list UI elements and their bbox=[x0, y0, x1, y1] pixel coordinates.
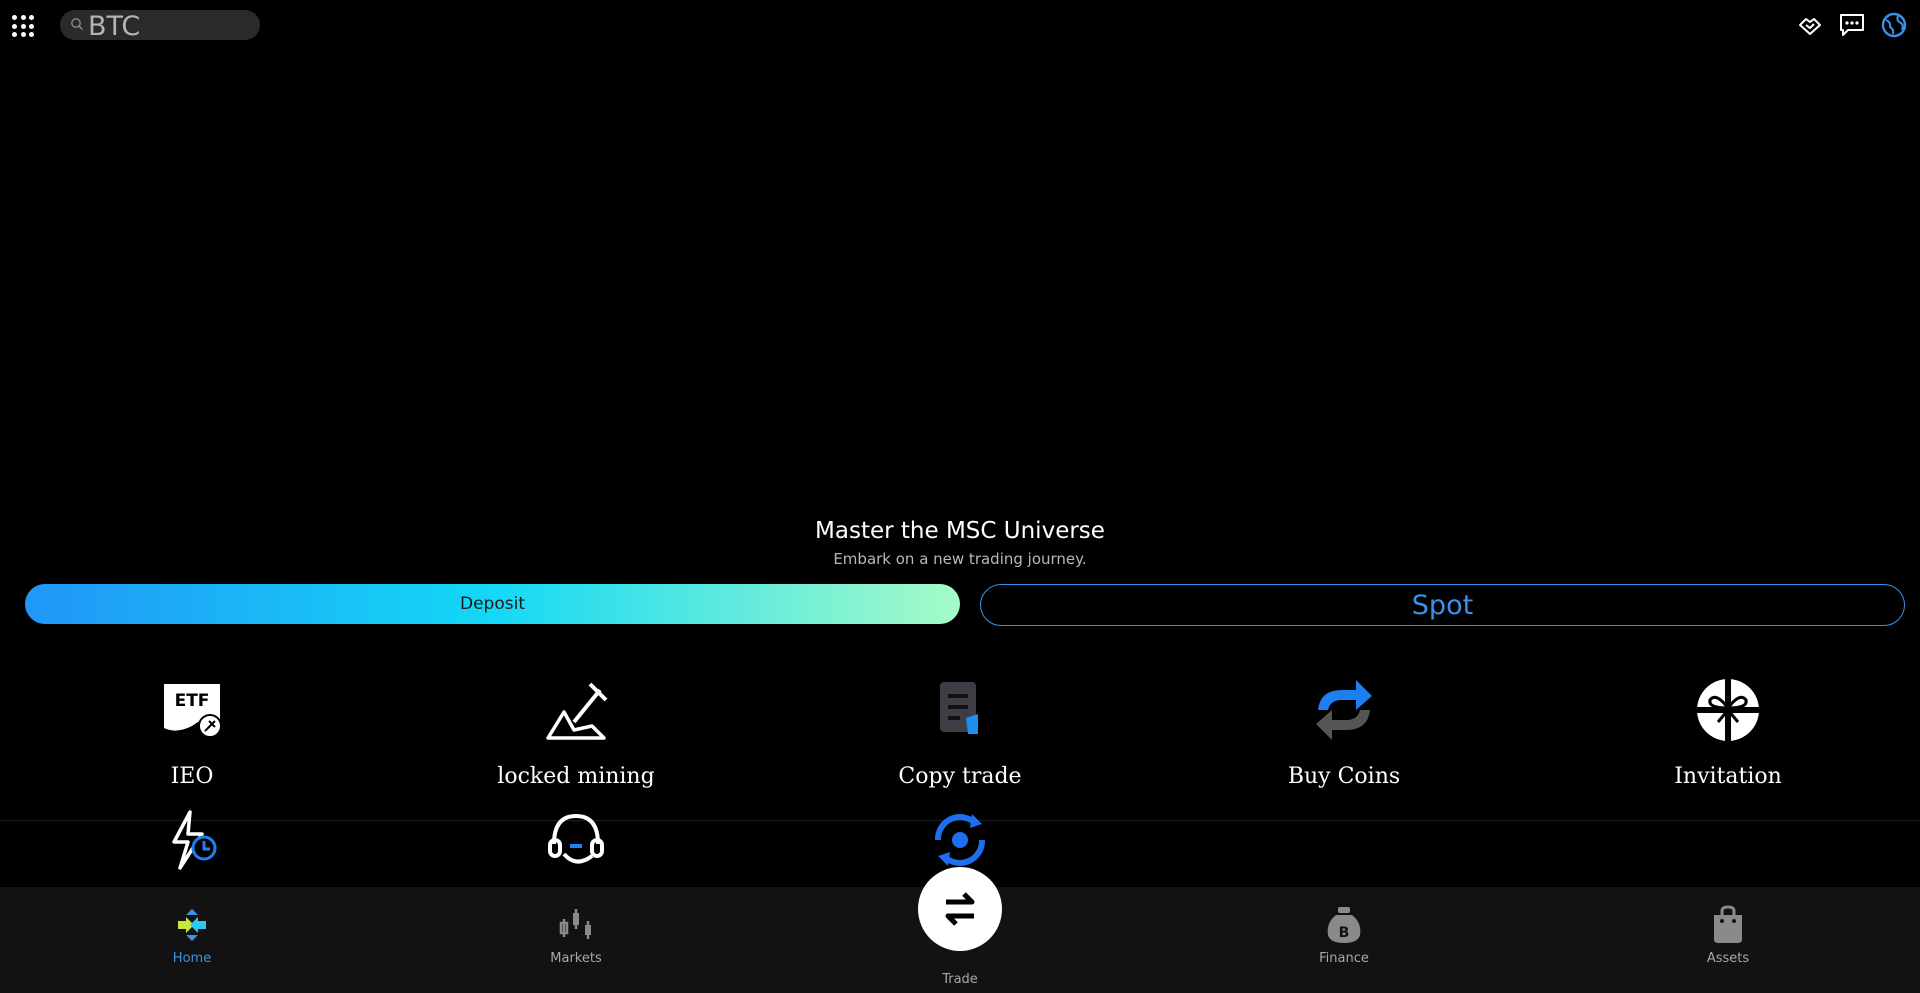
nav-label: Markets bbox=[550, 951, 602, 966]
tile-copy-trade[interactable]: Copy trade bbox=[768, 678, 1152, 793]
apps-grid-icon[interactable] bbox=[12, 15, 34, 37]
tile-label: locked mining bbox=[497, 764, 655, 789]
tile-locked-mining[interactable]: locked mining bbox=[384, 678, 768, 793]
svg-text:ETF: ETF bbox=[175, 691, 210, 711]
home-icon bbox=[178, 909, 206, 941]
nav-home[interactable]: Home bbox=[0, 887, 384, 993]
tile-ieo[interactable]: ETF IEO bbox=[0, 678, 384, 793]
tile-label: Buy Coins bbox=[1287, 764, 1401, 789]
trade-icon bbox=[945, 892, 975, 926]
markets-icon bbox=[559, 909, 591, 939]
nav-finance[interactable]: B Finance bbox=[1152, 887, 1536, 993]
deposit-button[interactable]: Deposit bbox=[25, 584, 960, 624]
assets-icon bbox=[1714, 905, 1742, 943]
mining-icon bbox=[546, 682, 608, 740]
headset-icon[interactable] bbox=[544, 810, 608, 870]
tile-invitation[interactable]: Invitation bbox=[1536, 678, 1920, 793]
nav-label: Finance bbox=[1319, 951, 1369, 966]
hero-title: Master the MSC Universe bbox=[815, 518, 1105, 544]
top-bar bbox=[0, 0, 1920, 50]
svg-text:B: B bbox=[1339, 925, 1350, 941]
finance-icon: B bbox=[1327, 907, 1361, 943]
copy-trade-icon bbox=[940, 682, 978, 734]
message-icon[interactable] bbox=[1838, 11, 1866, 39]
nav-assets[interactable]: Assets bbox=[1536, 887, 1920, 993]
etf-icon: ETF bbox=[164, 684, 222, 738]
nav-markets[interactable]: Markets bbox=[384, 887, 768, 993]
refresh-target-icon[interactable] bbox=[928, 810, 992, 870]
search-icon bbox=[71, 18, 83, 30]
spot-button[interactable]: Spot bbox=[980, 584, 1905, 626]
gift-icon bbox=[1697, 679, 1759, 741]
buy-coins-icon bbox=[1316, 680, 1372, 740]
language-globe-icon[interactable] bbox=[1880, 11, 1908, 39]
tile-label: IEO bbox=[170, 764, 214, 789]
hero-subtitle: Embark on a new trading journey. bbox=[833, 550, 1087, 568]
nav-label-trade: Trade bbox=[942, 972, 978, 987]
handshake-icon[interactable] bbox=[1796, 11, 1824, 39]
tile-label: Copy trade bbox=[898, 764, 1022, 789]
search-box[interactable] bbox=[60, 10, 260, 40]
search-input[interactable] bbox=[88, 12, 254, 40]
trade-button[interactable] bbox=[918, 867, 1002, 951]
nav-label: Assets bbox=[1706, 951, 1750, 966]
nav-label: Home bbox=[172, 951, 212, 966]
tile-buy-coins[interactable]: Buy Coins bbox=[1152, 678, 1536, 793]
tile-label: Invitation bbox=[1674, 764, 1782, 789]
flash-clock-icon[interactable] bbox=[160, 810, 224, 870]
